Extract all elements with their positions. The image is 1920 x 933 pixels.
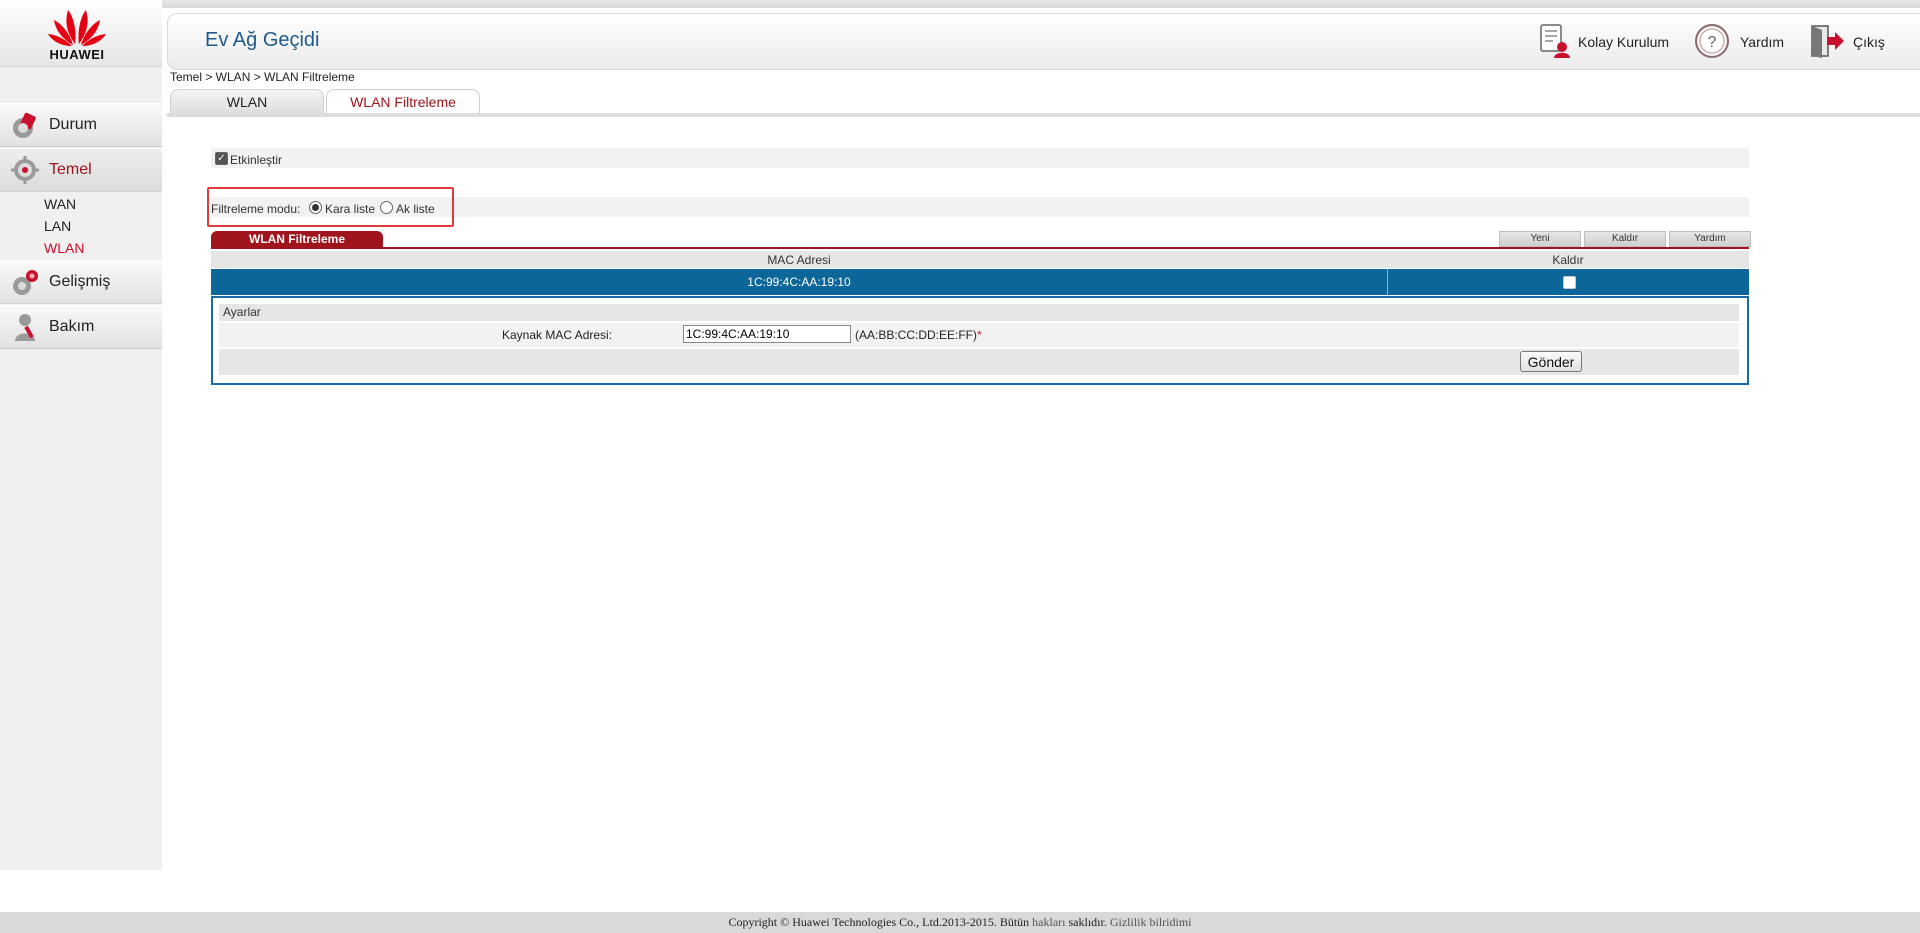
logout-button[interactable]: Çıkış <box>1809 23 1899 59</box>
maintenance-icon <box>15 314 35 341</box>
source-mac-input[interactable] <box>683 325 851 343</box>
advanced-icon <box>13 270 38 295</box>
privacy-link[interactable]: Gizlilik bilridimi <box>1110 915 1192 929</box>
sidebar: HUAWEI Durum Temel WAN LAN WLAN Gelişmiş <box>0 0 162 870</box>
mac-cell: 1C:99:4C:AA:19:10 <box>747 275 851 289</box>
logout-label: Çıkış <box>1853 34 1885 50</box>
source-mac-row: Kaynak MAC Adresi: (AA:BB:CC:DD:EE:FF)* <box>219 323 1739 347</box>
enable-checkbox[interactable]: ✓ <box>215 151 228 166</box>
highlight-box <box>207 187 454 227</box>
rights-link[interactable]: hakları <box>1032 915 1065 929</box>
svg-text:?: ? <box>1708 34 1717 51</box>
source-mac-label: Kaynak MAC Adresi: <box>502 328 613 342</box>
header-top-strip <box>162 0 1920 8</box>
easy-setup-button[interactable]: Kolay Kurulum <box>1537 23 1670 59</box>
easy-setup-icon <box>1540 24 1570 58</box>
sidebar-subitem-wlan[interactable]: WLAN <box>44 240 84 256</box>
reserved-text: saklıdır. <box>1065 915 1110 929</box>
required-mark: * <box>977 328 982 342</box>
sidebar-item-label: Durum <box>49 116 98 133</box>
column-mac-address: MAC Adresi <box>767 253 831 267</box>
status-icon <box>13 112 36 138</box>
help-button[interactable]: ? Yardım <box>1694 23 1794 59</box>
help-small-button[interactable]: Yardım <box>1669 231 1751 247</box>
sidebar-item-status[interactable]: Durum <box>0 103 162 147</box>
huawei-logo-icon <box>48 10 106 46</box>
sidebar-item-label: Bakım <box>49 318 95 335</box>
settings-panel: Ayarlar Kaynak MAC Adresi: (AA:BB:CC:DD:… <box>211 296 1749 385</box>
remove-button[interactable]: Kaldır <box>1584 231 1666 247</box>
easy-setup-label: Kolay Kurulum <box>1578 34 1670 50</box>
submit-button[interactable]: Gönder <box>1520 351 1582 372</box>
sidebar-item-basic[interactable]: Temel <box>0 148 162 192</box>
logo-area: HUAWEI <box>0 0 162 67</box>
sidebar-item-label: Gelişmiş <box>49 273 111 290</box>
new-button[interactable]: Yeni <box>1499 231 1581 247</box>
settings-title: Ayarlar <box>219 304 1739 321</box>
sidebar-subitem-lan[interactable]: LAN <box>44 218 71 234</box>
section-divider <box>211 247 1749 249</box>
tab-wlan[interactable]: WLAN <box>170 89 324 114</box>
section-title: WLAN Filtreleme <box>211 231 383 248</box>
table-row[interactable]: 1C:99:4C:AA:19:10 <box>211 269 1749 295</box>
logo-text: HUAWEI <box>49 47 105 62</box>
help-label: Yardım <box>1740 34 1785 50</box>
logout-icon <box>1811 25 1844 58</box>
sidebar-item-advanced[interactable]: Gelişmiş <box>0 260 162 304</box>
sidebar-item-label: Temel <box>49 161 92 178</box>
column-remove: Kaldır <box>1552 253 1584 267</box>
page-title: Ev Ağ Geçidi <box>205 29 320 51</box>
sidebar-item-maintenance[interactable]: Bakım <box>0 305 162 349</box>
mac-format-text: (AA:BB:CC:DD:EE:FF) <box>855 328 978 342</box>
submit-row: Gönder <box>219 349 1739 375</box>
basic-settings-icon <box>11 156 39 184</box>
remove-row-checkbox[interactable] <box>1563 276 1576 289</box>
sidebar-subitem-wan[interactable]: WAN <box>44 196 76 212</box>
help-icon: ? <box>1695 24 1729 58</box>
breadcrumb: Temel > WLAN > WLAN Filtreleme <box>170 70 355 84</box>
tab-wlan-filtering[interactable]: WLAN Filtreleme <box>326 89 480 114</box>
copyright-text: Copyright © Huawei Technologies Co., Ltd… <box>728 915 1033 929</box>
column-separator <box>1387 269 1388 295</box>
enable-label: Etkinleştir <box>230 153 283 167</box>
tab-underline <box>167 113 1920 117</box>
mac-format-hint: (AA:BB:CC:DD:EE:FF)* <box>855 328 982 342</box>
checkmark-icon: ✓ <box>215 152 228 166</box>
table-header: MAC Adresi Kaldır <box>211 251 1749 268</box>
footer: Copyright © Huawei Technologies Co., Ltd… <box>0 912 1920 933</box>
header: Ev Ağ Geçidi Kolay Kurulum ? Yardım Çıkı… <box>167 13 1920 70</box>
enable-row: ✓ Etkinleştir <box>211 148 1749 168</box>
